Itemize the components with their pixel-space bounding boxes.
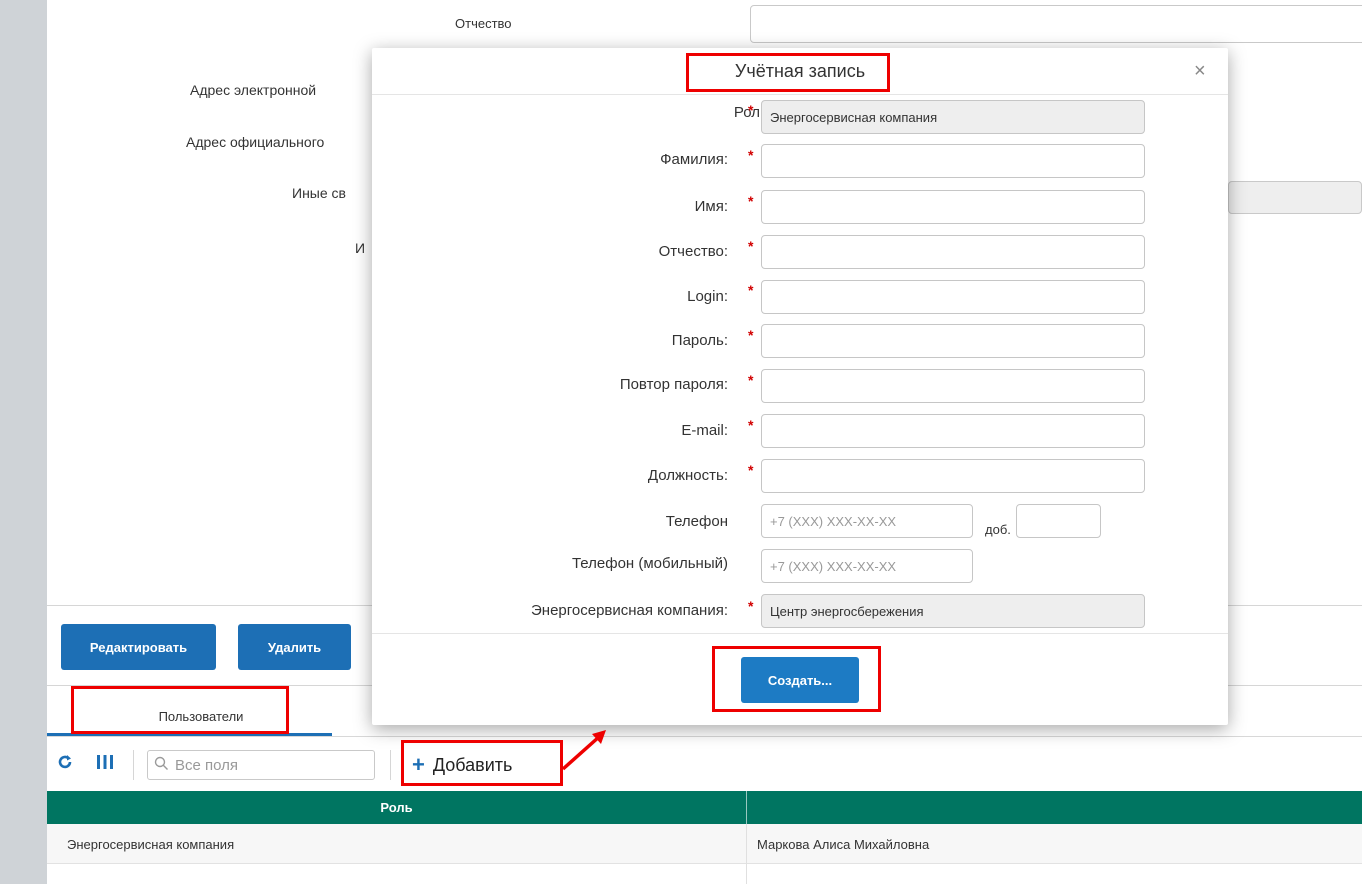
arrow-icon (561, 730, 606, 771)
tabs-divider (47, 736, 1362, 737)
refresh-icon[interactable] (56, 753, 74, 776)
required-mark: * (748, 147, 754, 163)
cell-name: Маркова Алиса Михайловна (757, 836, 930, 852)
highlight-users-tab (71, 686, 289, 734)
position-input[interactable] (761, 459, 1145, 493)
position-label: Должность: (647, 467, 728, 484)
toolbar-separator (390, 750, 391, 780)
mobile-input[interactable] (761, 549, 973, 583)
highlight-add-button (401, 740, 563, 786)
last-name-input[interactable] (761, 144, 1145, 178)
password-input[interactable] (761, 324, 1145, 358)
other-short-label: И (355, 240, 366, 256)
table-row[interactable]: Энергосервисная компания Маркова Алиса М… (47, 824, 1362, 864)
search-field[interactable] (147, 750, 375, 780)
required-mark: * (748, 102, 754, 118)
email-input[interactable] (761, 414, 1145, 448)
other-info-label: Иные св (292, 185, 346, 201)
role-field[interactable] (761, 100, 1145, 134)
required-mark: * (748, 372, 754, 388)
cell-role: Энергосервисная компания (67, 836, 235, 852)
search-input[interactable] (173, 755, 373, 775)
modal-header-divider (372, 94, 1228, 95)
search-icon (154, 756, 169, 774)
highlight-modal-title (686, 53, 890, 92)
login-label: Login: (687, 288, 728, 305)
close-icon[interactable]: × (1194, 60, 1206, 83)
company-label: Энергосервисная компания: (531, 602, 728, 619)
login-input[interactable] (761, 280, 1145, 314)
required-mark: * (748, 282, 754, 298)
first-name-input[interactable] (761, 190, 1145, 224)
password-label: Пароль: (671, 332, 728, 349)
phone-input[interactable] (761, 504, 973, 538)
left-sidebar-strip (0, 0, 47, 884)
columns-icon[interactable] (96, 753, 114, 776)
column-separator (746, 824, 747, 884)
phone-ext-label: доб. (985, 522, 1011, 537)
column-header-role[interactable]: Роль (47, 791, 746, 824)
patronymic-header-label: Отчество (455, 16, 512, 31)
phone-ext-input[interactable] (1016, 504, 1101, 538)
modal-footer-divider (372, 633, 1228, 634)
other-info-field-bg[interactable] (1228, 181, 1362, 214)
table-header: Роль (47, 791, 1362, 824)
required-mark: * (748, 193, 754, 209)
column-header-name[interactable] (747, 791, 1362, 824)
password-repeat-input[interactable] (761, 369, 1145, 403)
edit-button[interactable]: Редактировать (61, 624, 216, 670)
patronymic-field-bg[interactable] (750, 5, 1362, 43)
highlight-create-button (712, 646, 881, 712)
mobile-label: Телефон (мобильный) (571, 555, 728, 572)
email-label: E-mail: (681, 422, 728, 439)
required-mark: * (748, 417, 754, 433)
required-mark: * (748, 598, 754, 614)
first-name-label: Имя: (694, 198, 728, 215)
patronymic-input[interactable] (761, 235, 1145, 269)
password-repeat-label: Повтор пароля: (619, 376, 728, 393)
phone-label: Телефон (665, 513, 728, 530)
toolbar-separator (133, 750, 134, 780)
last-name-label: Фамилия: (660, 151, 728, 168)
role-label: Роль: (733, 104, 772, 121)
company-field[interactable] (761, 594, 1145, 628)
patronymic-label: Отчество: (658, 243, 728, 260)
required-mark: * (748, 462, 754, 478)
required-mark: * (748, 327, 754, 343)
official-address-label: Адрес официального (186, 134, 325, 150)
delete-button[interactable]: Удалить (238, 624, 351, 670)
required-mark: * (748, 238, 754, 254)
email-address-label: Адрес электронной (190, 82, 317, 98)
column-separator (746, 791, 747, 824)
account-modal: Учётная запись × Роль: * Фамилия: * Имя:… (372, 48, 1228, 725)
